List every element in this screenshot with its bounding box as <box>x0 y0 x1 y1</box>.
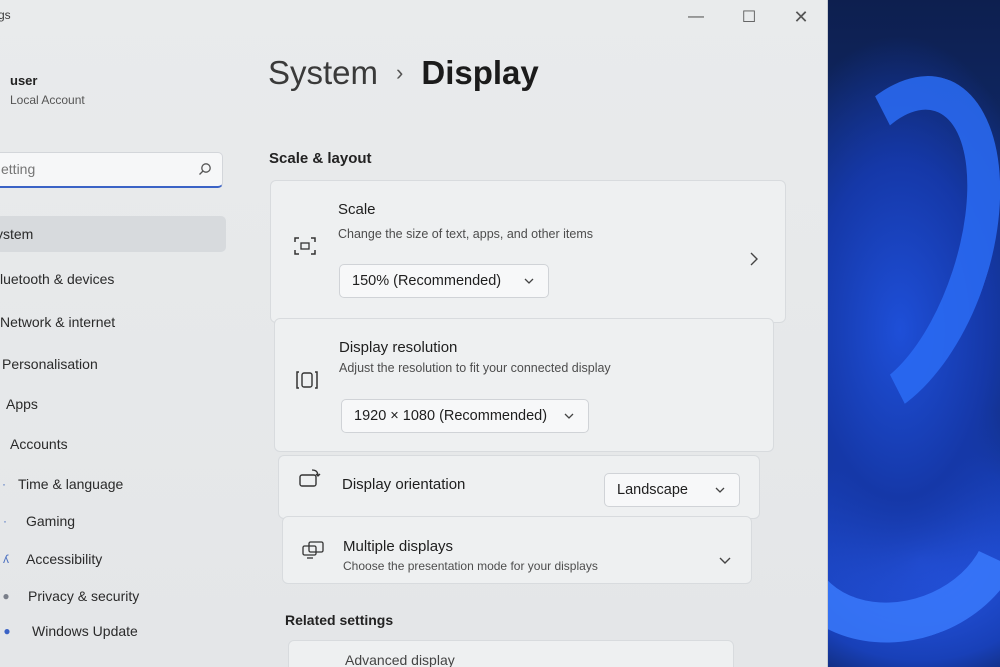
sidebar-item-system[interactable]: ystem <box>0 216 226 252</box>
display-resolution-card: Display resolution Adjust the resolution… <box>274 318 774 452</box>
advanced-display-title: Advanced display <box>345 652 455 667</box>
multiple-displays-card[interactable]: Multiple displays Choose the presentatio… <box>282 516 752 584</box>
sidebar-item-personalisation[interactable]: Personalisation <box>2 346 228 382</box>
display-orientation-card: Display orientation Landscape <box>278 455 760 519</box>
resolution-dropdown[interactable]: 1920 × 1080 (Recommended) <box>341 399 589 433</box>
shield-icon: ● <box>2 589 10 603</box>
sidebar-item-label: Accessibility <box>26 551 103 567</box>
scale-value: 150% (Recommended) <box>352 273 502 289</box>
orientation-dropdown[interactable]: Landscape <box>604 473 740 507</box>
multiple-displays-title: Multiple displays <box>343 538 454 555</box>
scale-card[interactable]: Scale Change the size of text, apps, and… <box>270 180 786 323</box>
scale-icon <box>294 237 316 255</box>
scale-title: Scale <box>338 201 376 218</box>
sidebar-item-accessibility[interactable]: ʎ Accessibility <box>0 541 236 577</box>
clock-icon: · <box>2 477 6 491</box>
breadcrumb-separator: › <box>396 60 404 85</box>
sidebar-item-label: ystem <box>0 226 34 242</box>
search-box[interactable] <box>0 152 223 188</box>
chevron-down-icon <box>564 413 574 419</box>
resolution-value: 1920 × 1080 (Recommended) <box>354 408 548 424</box>
sidebar-item-bluetooth[interactable]: luetooth & devices <box>0 261 226 297</box>
sidebar-item-label: luetooth & devices <box>0 271 115 287</box>
resolution-icon <box>296 371 318 389</box>
sidebar-item-time-language[interactable]: · Time & language <box>0 466 236 502</box>
sidebar-item-windows-update[interactable]: ● Windows Update <box>0 613 240 649</box>
sidebar-item-label: Network & internet <box>0 314 116 330</box>
close-button[interactable]: ✕ <box>780 4 822 30</box>
search-input[interactable] <box>0 153 185 185</box>
sidebar-item-label: Privacy & security <box>28 588 140 604</box>
page-title: Display <box>421 54 539 91</box>
advanced-display-card[interactable]: Advanced display <box>288 640 734 667</box>
update-icon: ● <box>3 624 11 638</box>
orientation-icon <box>299 469 321 487</box>
chevron-down-icon <box>524 278 534 284</box>
minimize-button[interactable]: — <box>675 4 717 30</box>
sidebar-item-label: Personalisation <box>2 356 98 372</box>
breadcrumb-parent[interactable]: System <box>268 54 378 92</box>
multiple-displays-subtitle: Choose the presentation mode for your di… <box>343 559 598 573</box>
sidebar-item-apps[interactable]: Apps <box>6 386 232 422</box>
scale-subtitle: Change the size of text, apps, and other… <box>338 227 594 241</box>
section-title-scale-layout: Scale & layout <box>269 150 372 167</box>
chevron-down-icon[interactable] <box>719 555 731 565</box>
sidebar-item-accounts[interactable]: Accounts <box>10 426 236 462</box>
sidebar-item-network[interactable]: Network & internet <box>0 304 226 340</box>
chevron-down-icon <box>715 487 725 493</box>
sidebar-item-gaming[interactable]: · Gaming <box>0 503 236 539</box>
sidebar-item-privacy[interactable]: ● Privacy & security <box>0 578 240 614</box>
chevron-right-icon[interactable] <box>749 252 759 266</box>
scale-dropdown[interactable]: 150% (Recommended) <box>339 264 549 298</box>
multiple-displays-icon <box>302 541 324 559</box>
user-name: user <box>10 73 38 88</box>
orientation-value: Landscape <box>617 482 688 498</box>
accessibility-icon: ʎ <box>3 552 9 566</box>
settings-window: gs — ☐ ✕ user Local Account ystem luetoo… <box>0 0 828 667</box>
app-title: gs <box>0 8 11 22</box>
sidebar-item-label: Gaming <box>26 513 76 529</box>
sidebar-item-label: Windows Update <box>32 623 138 639</box>
maximize-button[interactable]: ☐ <box>728 4 770 30</box>
sidebar-item-label: Apps <box>6 396 38 412</box>
title-bar: gs — ☐ ✕ <box>0 0 827 34</box>
orientation-title: Display orientation <box>342 476 466 493</box>
account-type: Local Account <box>10 93 85 107</box>
resolution-title: Display resolution <box>339 339 458 356</box>
resolution-subtitle: Adjust the resolution to fit your connec… <box>339 361 611 375</box>
sidebar-item-label: Time & language <box>18 476 124 492</box>
breadcrumb: System › Display <box>268 54 539 92</box>
gaming-icon: · <box>3 514 7 528</box>
section-title-related-settings: Related settings <box>285 612 394 628</box>
search-icon[interactable] <box>198 162 212 176</box>
sidebar-item-label: Accounts <box>10 436 68 452</box>
